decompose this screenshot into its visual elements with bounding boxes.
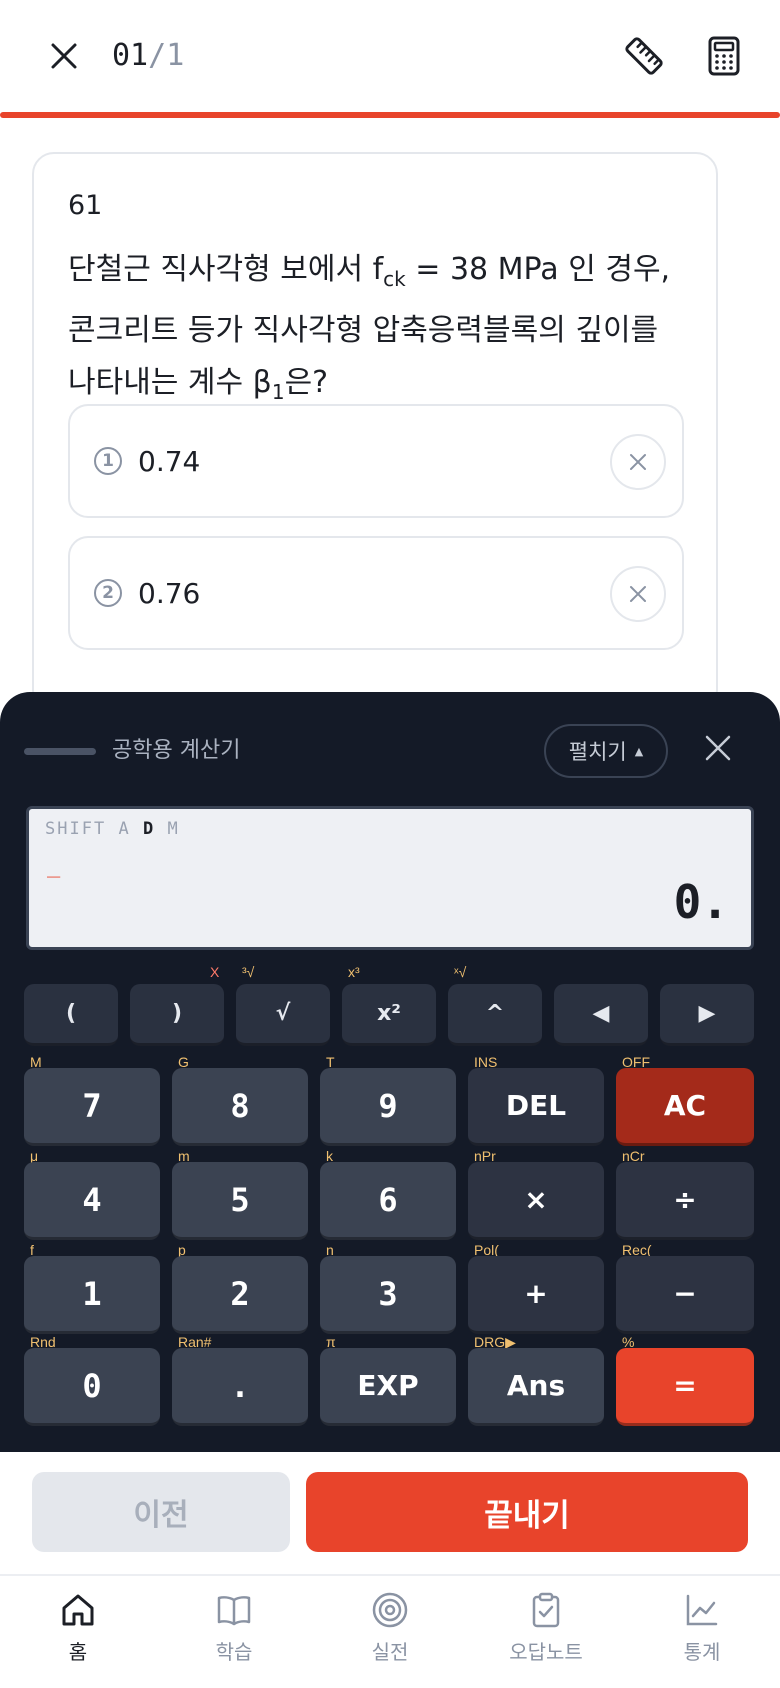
key-cursor-right[interactable]: ▶ bbox=[660, 984, 754, 1046]
ruler-button[interactable] bbox=[622, 34, 666, 78]
calculator-display: SHIFT A D M _ 0. bbox=[26, 806, 754, 950]
key-3[interactable]: 3 bbox=[320, 1256, 456, 1334]
option-2[interactable]: 2 0.76 bbox=[68, 536, 684, 650]
bottom-nav: 홈 학습 실전 오답노트 통계 bbox=[0, 1574, 780, 1688]
question-card: 61 단철근 직사각형 보에서 fck = 38 MPa 인 경우, 콘크리트 … bbox=[32, 152, 718, 712]
key-equals[interactable]: = bbox=[616, 1348, 754, 1426]
question-subscript-1: 1 bbox=[271, 380, 285, 404]
nav-label: 홈 bbox=[68, 1640, 88, 1664]
calculator-panel: 공학용 계산기 펼치기 ▲ SHIFT A D M _ 0. ( X ) ³√ … bbox=[0, 692, 780, 1452]
key-del[interactable]: DEL bbox=[468, 1068, 604, 1146]
book-icon bbox=[217, 1596, 251, 1626]
key-6[interactable]: 6 bbox=[320, 1162, 456, 1240]
home-icon bbox=[62, 1594, 94, 1626]
input-cursor: _ bbox=[47, 853, 61, 878]
nav-label: 통계 bbox=[683, 1640, 721, 1664]
expand-label: 펼치기 bbox=[568, 740, 627, 764]
key-minus[interactable]: − bbox=[616, 1256, 754, 1334]
eliminate-option-button[interactable] bbox=[610, 434, 666, 490]
display-result: 0. bbox=[673, 875, 729, 929]
key-sub-label: X bbox=[210, 964, 220, 980]
key-plus[interactable]: + bbox=[468, 1256, 604, 1334]
key-sub-label: ˣ√ bbox=[454, 964, 467, 980]
key-exp[interactable]: EXP bbox=[320, 1348, 456, 1426]
key-1[interactable]: 1 bbox=[24, 1256, 160, 1334]
flag-a: A bbox=[118, 819, 131, 839]
question-line3-end: 은? bbox=[284, 365, 329, 400]
ruler-icon bbox=[625, 37, 663, 75]
counter-separator: / bbox=[148, 38, 167, 73]
key-multiply[interactable]: × bbox=[468, 1162, 604, 1240]
key-ans[interactable]: Ans bbox=[468, 1348, 604, 1426]
drag-handle[interactable] bbox=[24, 748, 96, 755]
question-line2: 콘크리트 등가 직사각형 압축응력블록의 깊이를 bbox=[68, 313, 659, 348]
finish-button[interactable]: 끝내기 bbox=[306, 1472, 748, 1552]
nav-item-study[interactable]: 학습 bbox=[174, 1590, 294, 1680]
nav-item-home[interactable]: 홈 bbox=[18, 1590, 138, 1680]
calculator-icon bbox=[708, 36, 740, 76]
nav-item-practice[interactable]: 실전 bbox=[330, 1590, 450, 1680]
top-bar: 01/1 bbox=[0, 0, 780, 112]
option-marker: 1 bbox=[94, 447, 122, 475]
counter-total: 1 bbox=[166, 38, 185, 73]
display-flags: SHIFT A D M bbox=[45, 819, 180, 839]
key-sub-label: x³ bbox=[348, 964, 360, 980]
option-value: 0.74 bbox=[138, 445, 201, 478]
key-4[interactable]: 4 bbox=[24, 1162, 160, 1240]
nav-label: 실전 bbox=[371, 1640, 409, 1664]
calculator-close-button[interactable] bbox=[696, 726, 740, 770]
key-open-paren[interactable]: ( bbox=[24, 984, 118, 1046]
close-icon bbox=[705, 735, 731, 761]
key-decimal[interactable]: . bbox=[172, 1348, 308, 1426]
flag-d: D bbox=[142, 819, 156, 839]
triangle-up-icon: ▲ bbox=[634, 744, 644, 758]
key-0[interactable]: 0 bbox=[24, 1348, 160, 1426]
chart-line-icon bbox=[686, 1594, 718, 1626]
question-subscript-ck: ck bbox=[383, 267, 406, 291]
key-9[interactable]: 9 bbox=[320, 1068, 456, 1146]
key-sqrt[interactable]: √ bbox=[236, 984, 330, 1046]
close-button[interactable] bbox=[44, 36, 84, 76]
flag-shift: SHIFT bbox=[45, 819, 107, 839]
counter-current: 01 bbox=[112, 38, 149, 73]
expand-button[interactable]: 펼치기 ▲ bbox=[544, 724, 668, 778]
close-icon bbox=[630, 586, 646, 602]
option-marker: 2 bbox=[94, 579, 122, 607]
key-square[interactable]: x² bbox=[342, 984, 436, 1046]
eliminate-option-button[interactable] bbox=[610, 566, 666, 622]
option-1[interactable]: 1 0.74 bbox=[68, 404, 684, 518]
target-icon bbox=[372, 1592, 408, 1628]
calculator-button[interactable] bbox=[702, 34, 746, 78]
key-cursor-left[interactable]: ◀ bbox=[554, 984, 648, 1046]
question-number: 61 bbox=[68, 190, 103, 221]
key-power[interactable]: ^ bbox=[448, 984, 542, 1046]
key-7[interactable]: 7 bbox=[24, 1068, 160, 1146]
question-line1-end: = 38 MPa 인 경우, bbox=[405, 252, 671, 287]
nav-item-wrong-notes[interactable]: 오답노트 bbox=[486, 1590, 606, 1680]
previous-button[interactable]: 이전 bbox=[32, 1472, 290, 1552]
option-value: 0.76 bbox=[138, 577, 201, 610]
close-icon bbox=[630, 454, 646, 470]
key-close-paren[interactable]: ) bbox=[130, 984, 224, 1046]
question-line1: 단철근 직사각형 보에서 f bbox=[68, 252, 384, 287]
question-text: 단철근 직사각형 보에서 fck = 38 MPa 인 경우, 콘크리트 등가 … bbox=[68, 244, 698, 418]
key-2[interactable]: 2 bbox=[172, 1256, 308, 1334]
question-line3: 나타내는 계수 β bbox=[68, 365, 272, 400]
nav-label: 학습 bbox=[215, 1640, 253, 1664]
key-ac[interactable]: AC bbox=[616, 1068, 754, 1146]
progress-bar bbox=[0, 112, 780, 118]
flag-m: M bbox=[167, 819, 180, 839]
key-divide[interactable]: ÷ bbox=[616, 1162, 754, 1240]
key-8[interactable]: 8 bbox=[172, 1068, 308, 1146]
key-5[interactable]: 5 bbox=[172, 1162, 308, 1240]
nav-label: 오답노트 bbox=[509, 1640, 583, 1664]
key-sub-label: ³√ bbox=[242, 964, 255, 980]
action-bar: 이전 끝내기 bbox=[0, 1452, 780, 1574]
close-icon bbox=[51, 43, 77, 69]
clipboard-check-icon bbox=[532, 1592, 560, 1628]
question-counter: 01/1 bbox=[112, 36, 184, 76]
nav-item-stats[interactable]: 통계 bbox=[642, 1590, 762, 1680]
calculator-title: 공학용 계산기 bbox=[112, 738, 241, 763]
